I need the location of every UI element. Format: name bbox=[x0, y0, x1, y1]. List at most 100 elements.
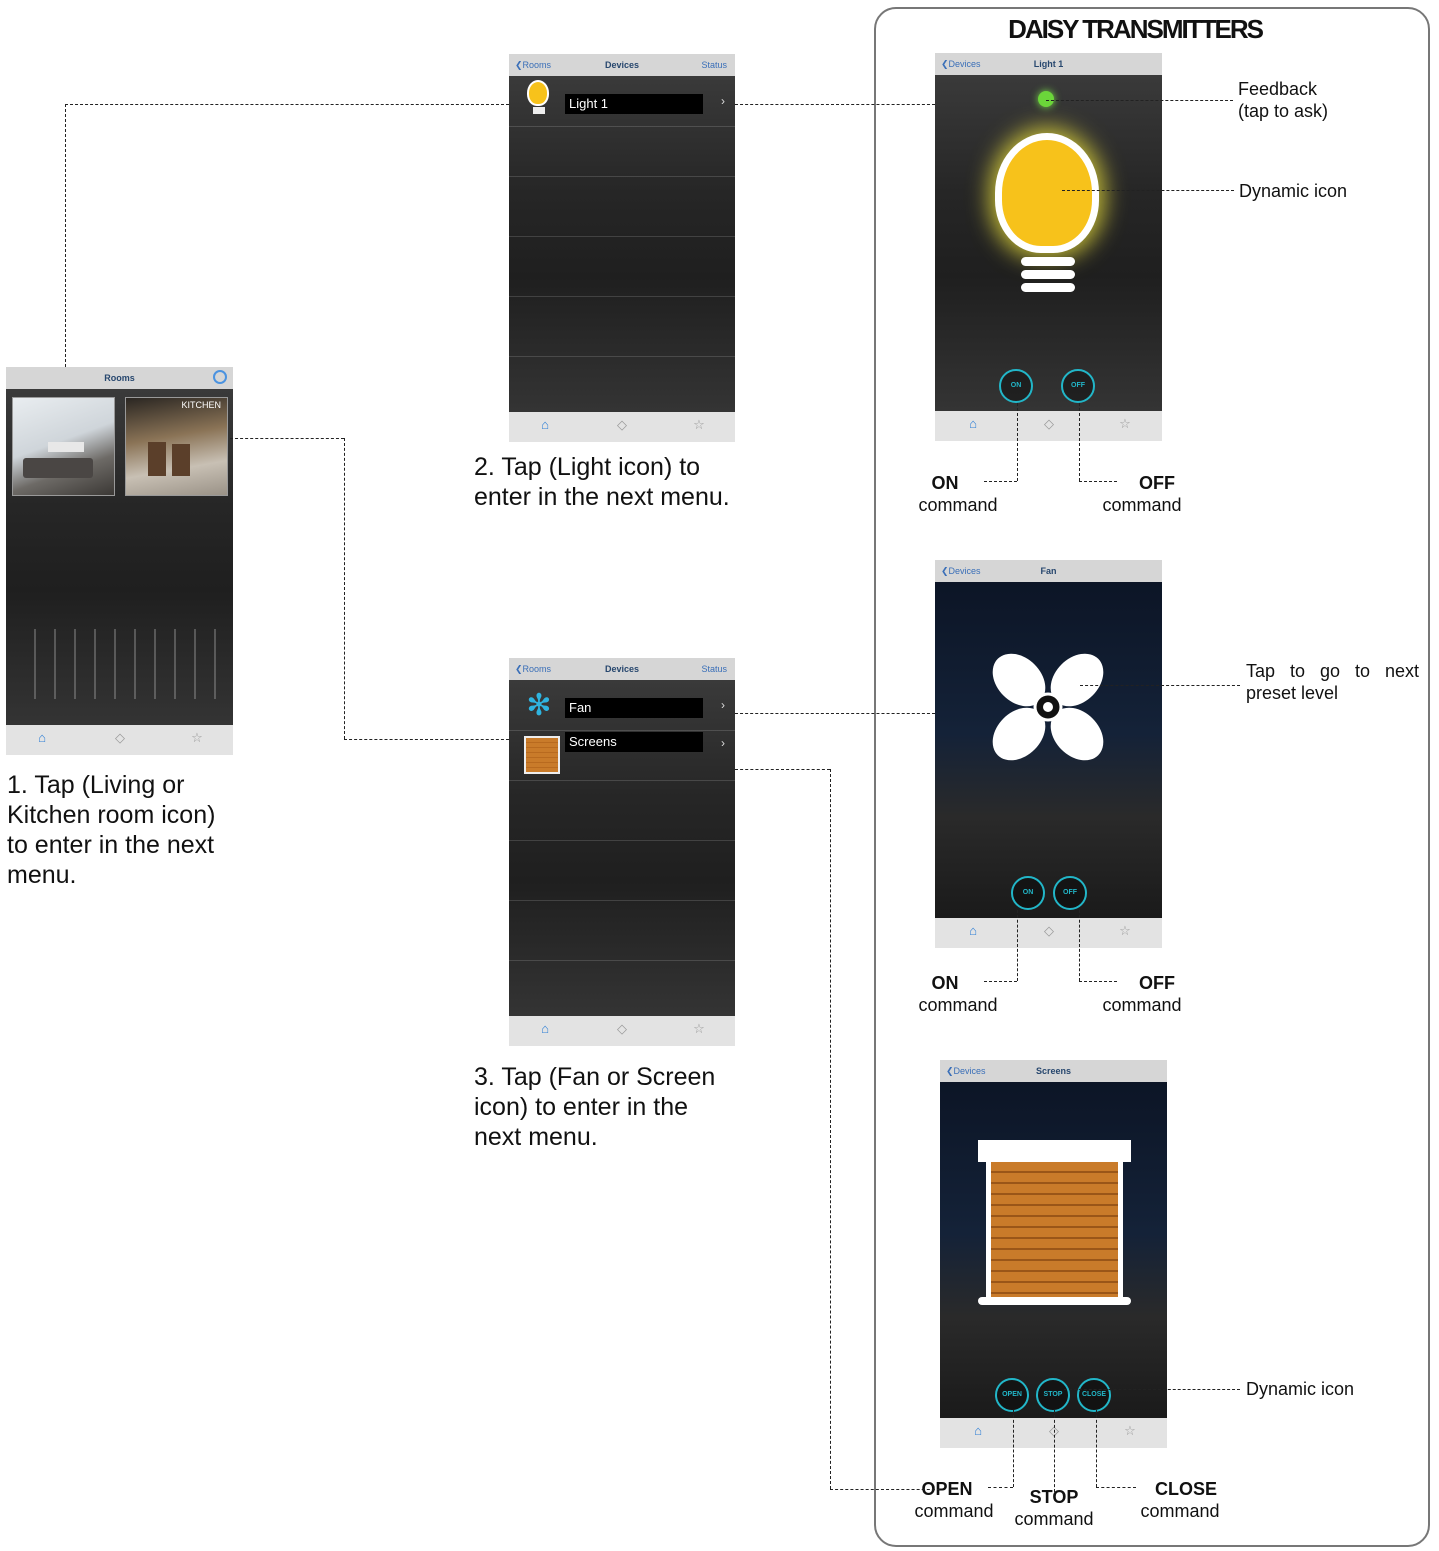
off-command-label: OFF command bbox=[1102, 973, 1182, 1015]
nav-bar: ❮Devices Light 1 bbox=[935, 53, 1162, 75]
home-tab-icon[interactable]: ⌂ bbox=[970, 1423, 986, 1439]
table-shape bbox=[48, 442, 84, 452]
close-button[interactable]: CLOSE bbox=[1077, 1378, 1111, 1412]
screen-bottom-bar bbox=[978, 1297, 1131, 1305]
connector-line bbox=[1096, 1487, 1136, 1488]
nav-bar: ❮Devices Screens bbox=[940, 1060, 1167, 1082]
list-item bbox=[509, 910, 735, 961]
connector-line bbox=[1080, 685, 1240, 686]
chevron-right-icon: › bbox=[721, 94, 725, 108]
list-item[interactable]: Screens › bbox=[509, 730, 735, 781]
section-title: DAISY TRANSMITTERS bbox=[1008, 14, 1264, 44]
on-button[interactable]: ON bbox=[999, 369, 1033, 403]
chevron-right-icon: › bbox=[721, 698, 725, 712]
connector-line bbox=[1054, 1410, 1055, 1492]
favorites-tab-icon[interactable]: ☆ bbox=[1122, 1423, 1138, 1439]
list-item bbox=[509, 306, 735, 357]
stop-command-label: STOP command bbox=[1014, 1487, 1094, 1529]
open-command-label: OPEN command bbox=[914, 1479, 994, 1521]
list-item[interactable]: ✻ Fan › bbox=[509, 680, 735, 731]
feedback-annotation: Feedback (tap to ask) bbox=[1238, 79, 1329, 121]
tab-bar: ⌂ ◇ ☆ bbox=[509, 1016, 735, 1046]
list-item bbox=[509, 246, 735, 297]
scenes-tab-icon[interactable]: ◇ bbox=[614, 417, 630, 433]
off-button[interactable]: OFF bbox=[1053, 876, 1087, 910]
home-tab-icon[interactable]: ⌂ bbox=[34, 730, 50, 746]
connector-line bbox=[984, 981, 1017, 982]
feedback-indicator[interactable] bbox=[1038, 91, 1054, 107]
device-label: Fan bbox=[565, 698, 703, 718]
light-bulb-icon[interactable] bbox=[995, 133, 1099, 253]
status-button[interactable]: Status bbox=[701, 664, 727, 674]
favorites-tab-icon[interactable]: ☆ bbox=[1117, 923, 1133, 939]
dynamic-icon-annotation: Dynamic icon bbox=[1239, 181, 1348, 201]
on-command-label: ON command bbox=[918, 973, 998, 1015]
favorites-tab-icon[interactable]: ☆ bbox=[1117, 416, 1133, 432]
favorites-tab-icon[interactable]: ☆ bbox=[691, 1021, 707, 1037]
list-item bbox=[509, 126, 735, 177]
kitchen-tile[interactable]: KITCHEN bbox=[125, 397, 228, 496]
tab-bar: ⌂ ◇ ☆ bbox=[935, 411, 1162, 441]
home-tab-icon[interactable]: ⌂ bbox=[965, 923, 981, 939]
nav-bar: ❮Devices Fan bbox=[935, 560, 1162, 582]
status-button[interactable]: Status bbox=[701, 60, 727, 70]
dynamic-icon-annotation: Dynamic icon bbox=[1246, 1379, 1355, 1399]
home-tab-icon[interactable]: ⌂ bbox=[965, 416, 981, 432]
list-item[interactable]: Light 1 › bbox=[509, 76, 735, 127]
settings-icon[interactable] bbox=[213, 370, 227, 384]
connector-line bbox=[1013, 1410, 1014, 1487]
connector-line bbox=[344, 739, 509, 740]
connector-line bbox=[65, 104, 66, 367]
fan-control-screen: ❮Devices Fan ON OFF ⌂ ◇ ☆ bbox=[935, 560, 1162, 948]
connector-line bbox=[1079, 403, 1080, 481]
connector-line bbox=[735, 713, 935, 714]
bulb-base-shape bbox=[1021, 257, 1075, 266]
chair-shape bbox=[148, 442, 166, 476]
sofa-shape bbox=[23, 458, 93, 478]
connector-line bbox=[344, 438, 345, 739]
chevron-right-icon: › bbox=[721, 736, 725, 750]
connector-line bbox=[1064, 1389, 1240, 1390]
stop-button[interactable]: STOP bbox=[1036, 1378, 1070, 1412]
home-tab-icon[interactable]: ⌂ bbox=[537, 417, 553, 433]
nav-title: Screens bbox=[1035, 1066, 1072, 1076]
living-room-tile[interactable] bbox=[12, 397, 115, 496]
nav-bar: ❮Rooms Devices Status bbox=[509, 54, 735, 76]
scenes-tab-icon[interactable]: ◇ bbox=[112, 730, 128, 746]
devices-fan-screens-screen: ❮Rooms Devices Status ✻ Fan › Screens › … bbox=[509, 658, 735, 1046]
light-background: ON OFF bbox=[935, 75, 1162, 411]
off-button[interactable]: OFF bbox=[1061, 369, 1095, 403]
tab-bar: ⌂ ◇ ☆ bbox=[509, 412, 735, 442]
scenes-tab-icon[interactable]: ◇ bbox=[1041, 923, 1057, 939]
connector-line bbox=[1046, 100, 1233, 101]
scenes-tab-icon[interactable]: ◇ bbox=[1041, 416, 1057, 432]
light-control-screen: ❮Devices Light 1 ON OFF ⌂ ◇ ☆ bbox=[935, 53, 1162, 441]
bar-stools bbox=[16, 629, 216, 699]
kitchen-label: KITCHEN bbox=[181, 400, 221, 410]
devices-light-screen: ❮Rooms Devices Status Light 1 › ⌂ ◇ ☆ bbox=[509, 54, 735, 442]
fan-icon[interactable] bbox=[983, 642, 1113, 772]
device-label: Screens bbox=[565, 732, 703, 752]
screen-top-bar bbox=[978, 1140, 1131, 1162]
screen-blind-icon[interactable] bbox=[986, 1162, 1123, 1297]
on-button[interactable]: ON bbox=[1011, 876, 1045, 910]
scenes-tab-icon[interactable]: ◇ bbox=[614, 1021, 630, 1037]
home-tab-icon[interactable]: ⌂ bbox=[537, 1021, 553, 1037]
device-list-background: Light 1 › bbox=[509, 76, 735, 412]
off-command-label: OFF command bbox=[1102, 473, 1182, 515]
step2-caption: 2. Tap (Light icon) to enter in the next… bbox=[474, 453, 730, 511]
bulb-base-shape bbox=[1021, 270, 1075, 279]
connector-line bbox=[1017, 910, 1018, 981]
favorites-tab-icon[interactable]: ☆ bbox=[691, 417, 707, 433]
screens-icon bbox=[524, 736, 560, 774]
connector-line bbox=[735, 104, 935, 105]
rooms-screen: Rooms KITCHEN ⌂ ◇ ☆ bbox=[6, 367, 233, 755]
open-button[interactable]: OPEN bbox=[995, 1378, 1029, 1412]
on-command-label: ON command bbox=[918, 473, 998, 515]
list-item bbox=[509, 186, 735, 237]
favorites-tab-icon[interactable]: ☆ bbox=[189, 730, 205, 746]
chair-shape bbox=[172, 444, 190, 476]
list-item bbox=[509, 790, 735, 841]
nav-title: Fan bbox=[1040, 566, 1057, 576]
nav-bar: Rooms bbox=[6, 367, 233, 389]
